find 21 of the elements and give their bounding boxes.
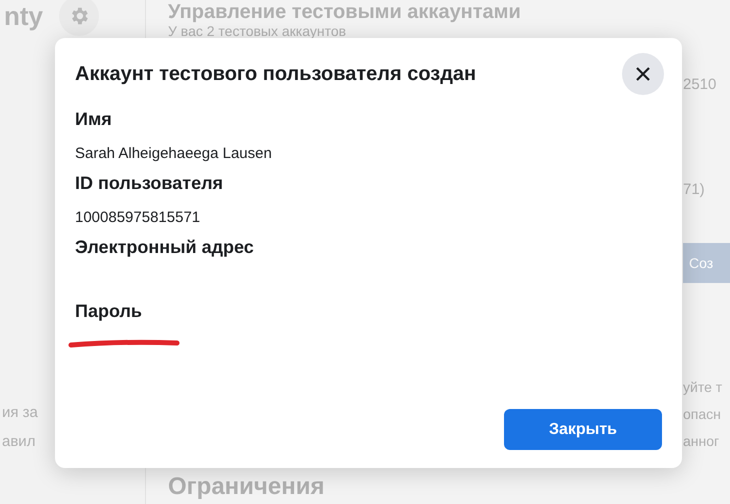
sidebar-text: ия за: [2, 403, 39, 423]
field-label: Имя: [75, 108, 113, 131]
sidebar-text: авил: [2, 432, 36, 452]
close-icon: [635, 66, 651, 82]
close-dialog-button[interactable]: Закрыть: [504, 409, 662, 450]
account-id-text: 2510: [683, 75, 718, 95]
sidebar-title: nty: [4, 0, 43, 32]
section-title: Ограничения: [168, 472, 326, 502]
description-text: уйте т: [683, 378, 724, 397]
field-value: Sarah Alheigehaeega Lausen: [75, 144, 272, 164]
account-id-text: 71): [683, 180, 706, 200]
field-label: Электронный адрес: [75, 236, 255, 259]
page-title: Управление тестовыми аккаунтами: [168, 1, 522, 23]
field-value: 100085975815571: [75, 208, 200, 228]
description-text: опасн: [683, 405, 722, 424]
page-subtitle: У вас 2 тестовых аккаунтов: [168, 23, 348, 39]
field-label: Пароль: [75, 300, 143, 323]
field-label: ID пользователя: [75, 172, 224, 195]
close-button[interactable]: [622, 53, 664, 95]
description-text: анног: [683, 432, 720, 451]
dialog-title: Аккаунт тестового пользователя создан: [75, 62, 476, 87]
